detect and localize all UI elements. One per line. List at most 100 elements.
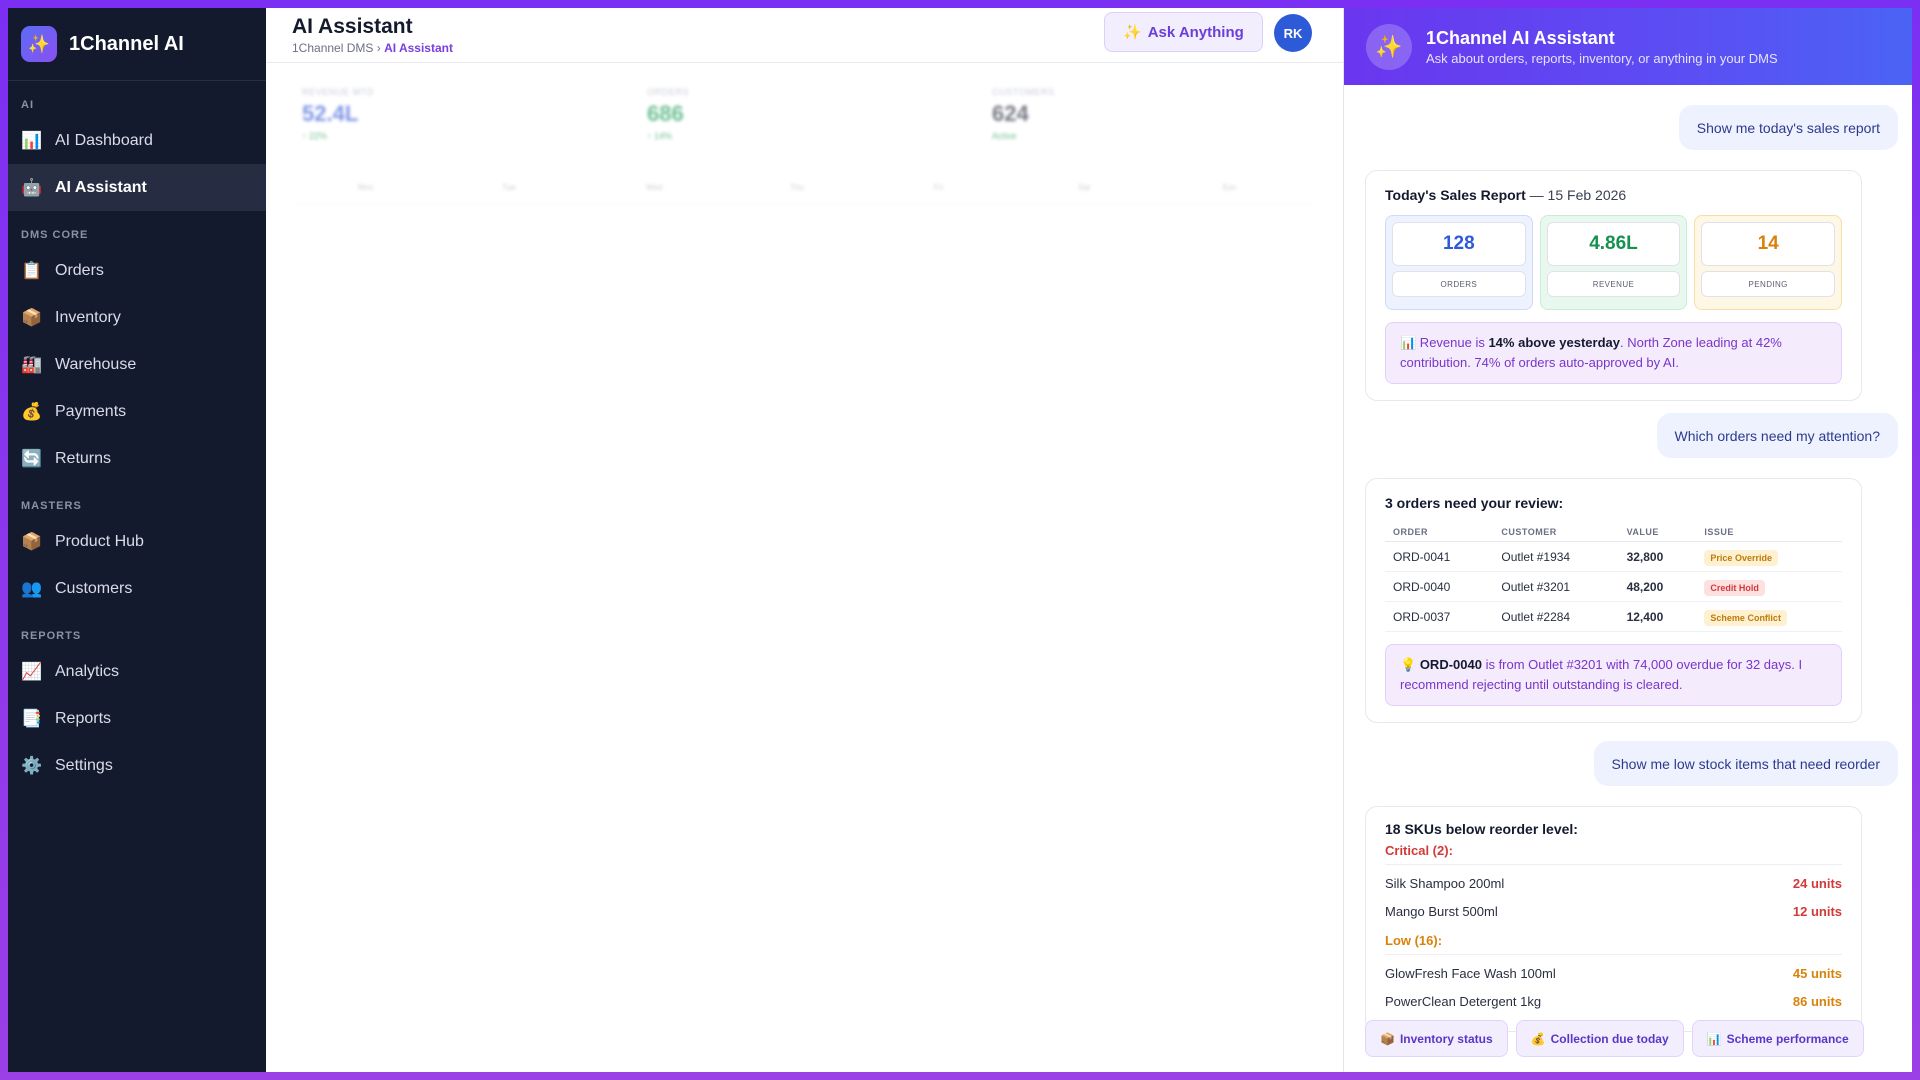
axis-tick: Tue [502,183,516,192]
table-row[interactable]: ORD-0037 Outlet #2284 12,400 Scheme Conf… [1385,601,1842,632]
table-row[interactable]: ORD-0040 Outlet #3201 48,200 Credit Hold [1385,571,1842,602]
stat-orders: 128 ORDERS [1385,215,1533,310]
stock-item[interactable]: GlowFresh Face Wash 100ml 45 units [1385,959,1842,987]
sales-report-title: Today's Sales Report [1385,187,1526,203]
sparkle-icon: ✨ [1123,24,1142,41]
stock-item[interactable]: Mango Burst 500ml 12 units [1385,897,1842,925]
axis-tick: Wed [646,183,663,192]
sidebar-item-reports[interactable]: 📑 Reports [8,695,266,742]
sidebar-item-label: Inventory [55,308,121,326]
axis-tick: Mon [358,183,374,192]
assistant-subtitle: Ask about orders, reports, inventory, or… [1426,50,1778,66]
breadcrumb-root[interactable]: 1Channel DMS [292,41,373,55]
kpi-label: CUSTOMERS [992,87,1055,97]
low-stock-title: 18 SKUs below reorder level: [1385,821,1578,837]
chip-inventory-status[interactable]: 📦 Inventory status [1365,1020,1508,1057]
axis-tick: Sat [1078,183,1091,192]
gear-icon: ⚙️ [21,755,43,775]
sidebar-item-customers[interactable]: 👥 Customers [8,565,266,612]
chip-scheme-performance[interactable]: 📊 Scheme performance [1691,1020,1864,1057]
insight-highlight: 14% above yesterday [1488,335,1620,350]
stat-label: ORDERS [1392,271,1526,297]
sidebar-item-label: Warehouse [55,355,137,373]
table-row[interactable]: ORD-0041 Outlet #1934 32,800 Price Overr… [1385,541,1842,572]
low-label: Low (16): [1385,933,1443,948]
user-message: Show me low stock items that need reorde… [1593,741,1898,786]
orders-insight: 💡 ORD-0040 is from Outlet #3201 with 74,… [1385,644,1842,706]
sidebar-item-ai-dashboard[interactable]: 📊 AI Dashboard [8,117,266,164]
sidebar-item-label: AI Assistant [55,178,147,196]
orders-review-card: 3 orders need your review: ORDER CUSTOME… [1365,478,1862,723]
assistant-header: ✨ 1Channel AI Assistant Ask about orders… [1344,8,1912,85]
sidebar-item-inventory[interactable]: 📦 Inventory [8,294,266,341]
insight-order: ORD-0040 [1419,657,1482,672]
sidebar-item-product-hub[interactable]: 📦 Product Hub [8,518,266,565]
order-id: ORD-0040 [1385,571,1494,602]
kpi-value: 52.4L [302,101,359,126]
refresh-icon: 🔄 [21,448,43,468]
suggestion-chips: 📦 Inventory status 💰 Collection due toda… [1365,1020,1864,1057]
sidebar-item-orders[interactable]: 📋 Orders [8,247,266,294]
sidebar-item-ai-assistant[interactable]: 🤖 AI Assistant [8,164,266,211]
stat-value: 14 [1701,222,1836,266]
sku-name: PowerClean Detergent 1kg [1385,993,1542,1009]
top-bar: AI Assistant 1Channel DMS › AI Assistant… [266,8,1343,63]
sidebar-item-warehouse[interactable]: 🏭 Warehouse [8,341,266,388]
robot-icon: 🤖 [21,177,43,197]
chat-thread[interactable]: Show me today's sales report Today's Sal… [1344,85,1912,1072]
stock-item[interactable]: Silk Shampoo 200ml 24 units [1385,869,1842,897]
assistant-title: 1Channel AI Assistant [1426,27,1615,48]
stat-value: 128 [1392,222,1526,266]
users-icon: 👥 [21,578,43,598]
customer: Outlet #1934 [1493,541,1619,572]
orders-review-title: 3 orders need your review: [1385,495,1564,511]
kpi-label: REVENUE MTD [302,87,375,97]
section-label-masters: MASTERS [21,500,82,512]
chip-label: Collection due today [1550,1031,1669,1046]
sidebar-item-label: Reports [55,709,112,727]
money-bag-icon: 💰 [21,401,43,421]
kpi-sub: ↑ 22% [302,131,328,141]
sku-units: 12 units [1792,903,1842,919]
card-title: Today's Sales Report — 15 Feb 2026 [1385,187,1842,203]
box-icon: 📦 [21,307,43,327]
chart-icon: 📊 [1706,1031,1722,1046]
brand[interactable]: ✨ 1Channel AI [8,8,266,81]
breadcrumb-current: AI Assistant [384,41,453,55]
axis-tick: Sun [1222,183,1237,192]
main-content: AI Assistant 1Channel DMS › AI Assistant… [266,8,1343,1072]
factory-icon: 🏭 [21,354,43,374]
kpi-sub: ↑ 14% [647,131,673,141]
table-header-row: ORDER CUSTOMER VALUE ISSUE [1385,523,1842,542]
value: 32,800 [1618,541,1697,572]
stat-label: PENDING [1701,271,1836,297]
sidebar-item-label: Orders [55,261,104,279]
assistant-panel: ✨ 1Channel AI Assistant Ask about orders… [1343,8,1912,1072]
value: 12,400 [1618,601,1697,632]
kpi-revenue: REVENUE MTD 52.4L ↑ 22% [302,87,374,141]
stock-item[interactable]: PowerClean Detergent 1kg 86 units [1385,987,1842,1015]
stat-revenue: 4.86L REVENUE [1539,215,1688,310]
value: 48,200 [1618,571,1697,602]
sku-units: 45 units [1792,965,1842,981]
stat-value: 4.86L [1546,222,1681,266]
kpi-orders: ORDERS 686 ↑ 14% [647,87,689,141]
sidebar-item-settings[interactable]: ⚙️ Settings [8,742,266,789]
sidebar-item-analytics[interactable]: 📈 Analytics [8,648,266,695]
insight-text: Revenue is [1416,335,1489,350]
kpi-value: 624 [992,101,1029,126]
sidebar-item-payments[interactable]: 💰 Payments [8,388,266,435]
ask-anything-button[interactable]: ✨ Ask Anything [1104,12,1263,52]
chip-collection-due[interactable]: 💰 Collection due today [1515,1020,1684,1057]
avatar[interactable]: RK [1274,14,1312,52]
kpi-customers: CUSTOMERS 624 Active [992,87,1055,141]
sidebar-item-label: Product Hub [55,532,144,550]
sku-name: Silk Shampoo 200ml [1385,875,1505,891]
section-label-ai: AI [21,99,34,111]
stat-pending: 14 PENDING [1694,215,1843,310]
kpi-row: REVENUE MTD 52.4L ↑ 22% ORDERS 686 ↑ 14%… [266,63,1343,183]
sku-name: Mango Burst 500ml [1385,903,1498,919]
sidebar-item-returns[interactable]: 🔄 Returns [8,435,266,482]
sales-report-card: Today's Sales Report — 15 Feb 2026 128 O… [1365,170,1862,401]
user-message: Which orders need my attention? [1656,413,1898,458]
